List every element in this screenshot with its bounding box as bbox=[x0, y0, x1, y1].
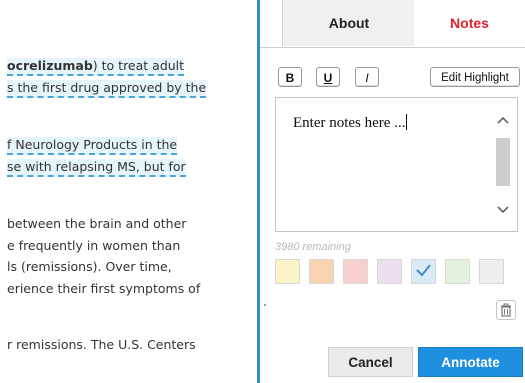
highlighted-text[interactable]: s the first drug approved by the bbox=[7, 80, 207, 98]
document-line[interactable]: s the first drug approved by the bbox=[7, 80, 207, 98]
notes-textarea[interactable]: Enter notes here ... bbox=[275, 97, 518, 232]
line-text: ) to treat adult bbox=[92, 58, 185, 73]
placeholder-text: Enter notes here ... bbox=[293, 115, 406, 131]
color-swatch[interactable] bbox=[445, 259, 470, 284]
scrollbar-thumb[interactable] bbox=[496, 138, 510, 186]
annotate-button[interactable]: Annotate bbox=[418, 347, 523, 377]
highlighted-text[interactable]: ocrelizumab) to treat adult bbox=[7, 58, 185, 76]
color-swatch[interactable] bbox=[309, 259, 334, 284]
notes-placeholder: Enter notes here ... bbox=[293, 114, 408, 132]
document-line[interactable]: ocrelizumab) to treat adult bbox=[7, 58, 185, 76]
italic-button[interactable]: I bbox=[355, 67, 379, 87]
color-swatch[interactable] bbox=[377, 259, 402, 284]
tab-bar: About Notes bbox=[260, 0, 525, 48]
remaining-count: 3980 remaining bbox=[275, 241, 351, 253]
document-line[interactable]: r remissions. The U.S. Centers bbox=[7, 337, 196, 353]
bold-term: ocrelizumab bbox=[7, 58, 93, 73]
trash-icon[interactable] bbox=[496, 300, 516, 320]
document-line[interactable]: se with relapsing MS, but for bbox=[7, 159, 186, 177]
bold-button[interactable]: B bbox=[278, 67, 302, 87]
document-line[interactable]: e frequently in women than bbox=[7, 238, 180, 254]
highlighted-text[interactable]: f Neurology Products in the bbox=[7, 137, 178, 155]
tab-notes[interactable]: Notes bbox=[414, 0, 525, 46]
edit-highlight-button[interactable]: Edit Highlight bbox=[430, 67, 520, 87]
underline-button[interactable]: U bbox=[316, 67, 340, 87]
color-swatch[interactable] bbox=[343, 259, 368, 284]
bullet-dot bbox=[264, 304, 266, 306]
line-text: s the first drug approved by the bbox=[7, 80, 207, 95]
color-swatch[interactable] bbox=[479, 259, 504, 284]
document-line[interactable]: erience their first symptoms of bbox=[7, 281, 200, 297]
scrollbar[interactable] bbox=[495, 110, 511, 220]
annotation-panel: About Notes B U I Edit Highlight Enter n… bbox=[260, 0, 525, 383]
checkmark-icon bbox=[415, 263, 432, 281]
document-line[interactable]: ls (remissions). Over time, bbox=[7, 259, 172, 275]
document-line[interactable]: f Neurology Products in the bbox=[7, 137, 178, 155]
document-pane: ocrelizumab) to treat adult s the first … bbox=[0, 0, 257, 383]
cancel-button[interactable]: Cancel bbox=[328, 347, 413, 377]
color-swatch[interactable] bbox=[411, 259, 436, 284]
document-line[interactable]: between the brain and other bbox=[7, 216, 186, 232]
line-text: se with relapsing MS, but for bbox=[7, 159, 186, 174]
chevron-down-icon[interactable] bbox=[495, 202, 511, 218]
tab-about[interactable]: About bbox=[282, 0, 416, 46]
color-swatch[interactable] bbox=[275, 259, 300, 284]
highlighted-text[interactable]: se with relapsing MS, but for bbox=[7, 159, 186, 177]
line-text: f Neurology Products in the bbox=[7, 137, 178, 152]
text-caret bbox=[406, 114, 408, 130]
chevron-up-icon[interactable] bbox=[495, 112, 511, 128]
